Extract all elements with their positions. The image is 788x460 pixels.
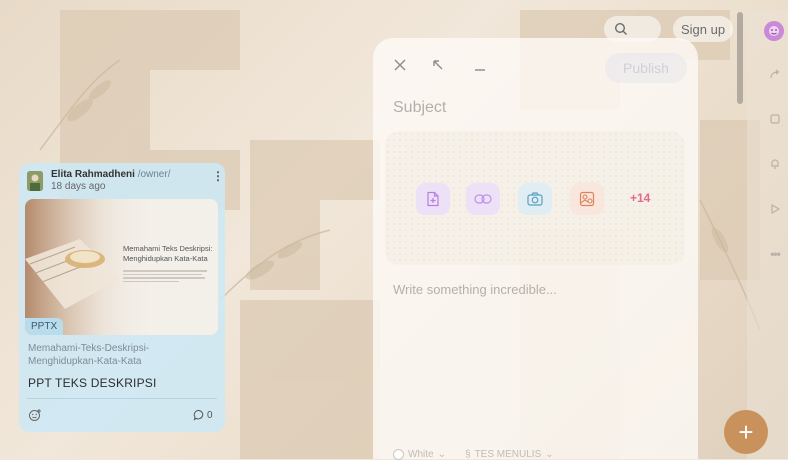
post-time: 18 days ago (51, 181, 106, 192)
more-icon[interactable]: ••• (763, 242, 787, 266)
add-post-button[interactable]: + (724, 410, 768, 454)
more-attachments-button[interactable]: +14 (630, 191, 650, 205)
chevron-down-icon: ⌄ (545, 449, 554, 460)
category-label: TES MENULIS (474, 449, 542, 460)
file-upload-icon (427, 191, 439, 207)
publish-button[interactable]: Publish (605, 53, 687, 83)
file-type-badge: PPTX (25, 318, 64, 335)
minimize-icon[interactable] (473, 58, 487, 76)
scrollbar-thumb[interactable] (737, 12, 743, 104)
comment-icon (193, 410, 204, 421)
camera-button[interactable] (518, 183, 552, 215)
post-title[interactable]: PPT TEKS DESKRIPSI (28, 376, 157, 390)
attachment-filename[interactable]: Memahami-Teks-Deskripsi-Menghidupkan-Kat… (28, 342, 218, 368)
subject-input[interactable]: Subject (393, 99, 446, 117)
color-label: White (408, 449, 434, 460)
share-icon[interactable] (763, 62, 787, 86)
close-icon[interactable] (393, 58, 407, 76)
bell-icon[interactable] (763, 152, 787, 176)
color-select[interactable]: White ⌄ (393, 449, 446, 460)
add-link-button[interactable] (466, 183, 500, 215)
add-reaction-icon[interactable] (28, 408, 42, 422)
body-input[interactable]: Write something incredible... (393, 282, 557, 297)
avatar (27, 171, 43, 191)
thumbnail-doc-text: Memahami Teks Deskripsi: Menghidupkan Ka… (123, 244, 216, 282)
author-role: /owner/ (137, 169, 171, 180)
image-search-icon (579, 191, 595, 207)
image-search-button[interactable] (570, 183, 604, 215)
attachment-panel: +14 (385, 131, 685, 265)
comment-button[interactable]: 0 (193, 409, 213, 421)
copy-icon[interactable] (763, 107, 787, 131)
divider (27, 398, 217, 399)
search-icon (614, 22, 627, 35)
expand-icon[interactable] (431, 58, 445, 76)
category-select[interactable]: § TES MENULIS ⌄ (465, 449, 554, 460)
card-menu-icon[interactable]: ⋮ (212, 169, 224, 183)
chevron-down-icon: ⌄ (437, 449, 446, 460)
attachment-thumbnail[interactable]: Memahami Teks Deskripsi: Menghidupkan Ka… (25, 199, 218, 335)
avatar-icon[interactable] (764, 21, 784, 41)
play-icon[interactable] (763, 197, 787, 221)
camera-icon (527, 192, 543, 206)
upload-file-button[interactable] (416, 183, 450, 215)
post-composer: Publish Subject +14 Write something incr… (373, 38, 698, 460)
color-swatch-icon (393, 449, 404, 460)
section-icon: § (465, 449, 471, 460)
author-name[interactable]: Elita Rahmadheni /owner/ (51, 169, 170, 180)
link-icon (474, 194, 492, 204)
post-card[interactable]: Elita Rahmadheni /owner/ 18 days ago ⋮ M… (19, 163, 225, 432)
comment-count: 0 (207, 409, 213, 421)
